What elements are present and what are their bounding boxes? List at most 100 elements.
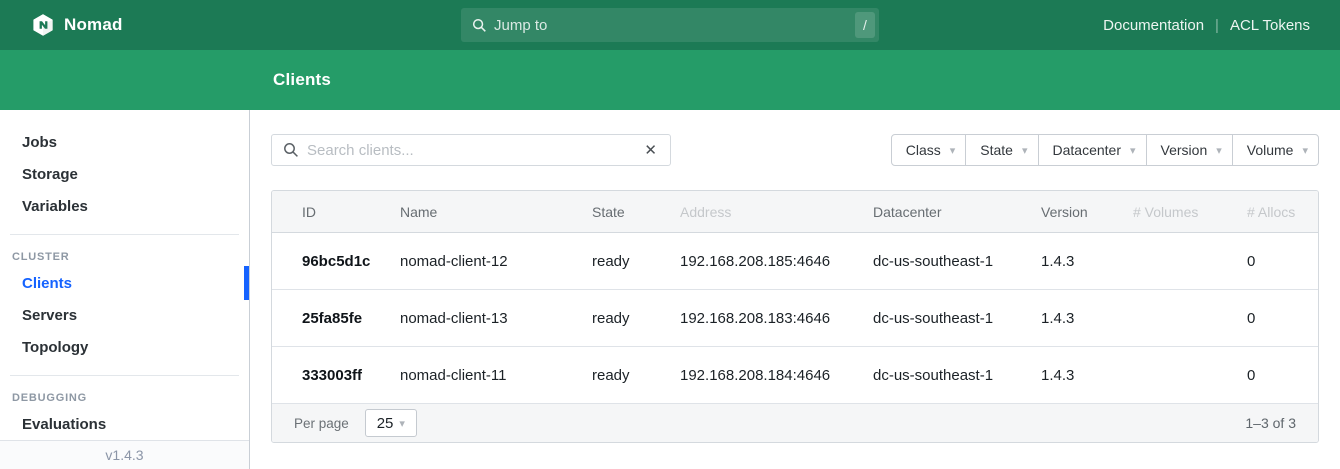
section-label-debugging: DEBUGGING	[0, 388, 249, 408]
search-icon	[472, 18, 487, 33]
active-indicator	[244, 266, 249, 300]
sidebar-item-jobs[interactable]: Jobs	[0, 126, 249, 158]
filter-label: State	[980, 142, 1013, 158]
table-header-row: ID Name State Address Datacenter Version…	[272, 191, 1318, 233]
cell-datacenter: dc-us-southeast-1	[873, 253, 1041, 270]
column-header-state[interactable]: State	[592, 204, 680, 220]
link-separator: |	[1215, 17, 1219, 34]
cell-id: 333003ff	[272, 367, 400, 384]
top-navbar: Nomad / Documentation | ACL Tokens	[0, 0, 1340, 50]
sidebar-item-label: Evaluations	[22, 416, 106, 433]
cell-state: ready	[592, 253, 680, 270]
cell-allocs: 0	[1247, 367, 1318, 384]
keyboard-shortcut-badge: /	[855, 12, 875, 38]
sidebar-item-label: Servers	[22, 307, 77, 324]
per-page-select[interactable]: 25 ▾	[365, 409, 417, 437]
cell-name: nomad-client-12	[400, 253, 592, 270]
chevron-down-icon: ▾	[950, 144, 956, 157]
column-header-volumes: # Volumes	[1133, 204, 1247, 220]
cell-version: 1.4.3	[1041, 253, 1133, 270]
cell-name: nomad-client-11	[400, 367, 592, 384]
clients-table: ID Name State Address Datacenter Version…	[271, 190, 1319, 443]
filter-label: Version	[1161, 142, 1208, 158]
sidebar-item-variables[interactable]: Variables	[0, 190, 249, 222]
table-row[interactable]: 333003ff nomad-client-11 ready 192.168.2…	[272, 347, 1318, 404]
cell-allocs: 0	[1247, 310, 1318, 327]
chevron-down-icon: ▾	[1216, 144, 1222, 157]
menu-divider	[10, 234, 239, 235]
chevron-down-icon: ▾	[1022, 144, 1028, 157]
per-page-label: Per page	[294, 416, 349, 431]
nomad-app: Nomad / Documentation | ACL Tokens Clien…	[0, 0, 1340, 469]
cell-state: ready	[592, 367, 680, 384]
menu-divider	[10, 375, 239, 376]
filter-group: Class ▾ State ▾ Datacenter ▾ Version ▾	[891, 134, 1319, 166]
filter-state-dropdown[interactable]: State ▾	[965, 134, 1038, 166]
sidebar-item-topology[interactable]: Topology	[0, 331, 249, 363]
section-label-cluster: CLUSTER	[0, 247, 249, 267]
table-row[interactable]: 25fa85fe nomad-client-13 ready 192.168.2…	[272, 290, 1318, 347]
sidebar-menu: Jobs Storage Variables CLUSTER Clients S…	[0, 110, 249, 440]
filter-label: Class	[906, 142, 941, 158]
nomad-brand-link[interactable]: Nomad	[0, 13, 123, 37]
page-header-bar: Clients	[0, 50, 1340, 110]
sidebar-item-label: Clients	[22, 275, 72, 292]
column-header-name[interactable]: Name	[400, 204, 592, 220]
column-header-datacenter[interactable]: Datacenter	[873, 204, 1041, 220]
search-clients-input[interactable]	[307, 142, 641, 159]
cell-version: 1.4.3	[1041, 310, 1133, 327]
sidebar: Jobs Storage Variables CLUSTER Clients S…	[0, 110, 250, 469]
cell-datacenter: dc-us-southeast-1	[873, 310, 1041, 327]
toolbar: ✕ Class ▾ State ▾ Datacenter ▾	[271, 134, 1319, 166]
cell-id: 25fa85fe	[272, 310, 400, 327]
search-icon	[283, 142, 299, 158]
brand-name: Nomad	[64, 15, 123, 35]
sidebar-item-label: Storage	[22, 166, 78, 183]
filter-label: Volume	[1247, 142, 1294, 158]
chevron-down-icon: ▾	[1130, 144, 1136, 157]
filter-class-dropdown[interactable]: Class ▾	[891, 134, 967, 166]
sidebar-item-clients[interactable]: Clients	[0, 267, 249, 299]
sidebar-footer: v1.4.3	[0, 440, 249, 469]
cell-id: 96bc5d1c	[272, 253, 400, 270]
column-header-version[interactable]: Version	[1041, 204, 1133, 220]
filter-datacenter-dropdown[interactable]: Datacenter ▾	[1038, 134, 1147, 166]
documentation-link[interactable]: Documentation	[1103, 17, 1204, 34]
sidebar-item-label: Variables	[22, 198, 88, 215]
acl-tokens-link[interactable]: ACL Tokens	[1230, 17, 1310, 34]
cell-version: 1.4.3	[1041, 367, 1133, 384]
chevron-down-icon: ▾	[399, 417, 405, 430]
sidebar-item-servers[interactable]: Servers	[0, 299, 249, 331]
jump-to-search[interactable]: /	[461, 8, 879, 42]
filter-volume-dropdown[interactable]: Volume ▾	[1232, 134, 1319, 166]
jump-to-input[interactable]	[494, 17, 855, 34]
column-header-allocs: # Allocs	[1247, 204, 1318, 220]
page-title: Clients	[273, 70, 331, 90]
column-header-id[interactable]: ID	[272, 204, 400, 220]
chevron-down-icon: ▾	[1302, 144, 1308, 157]
column-header-address: Address	[680, 204, 873, 220]
topnav-links: Documentation | ACL Tokens	[1103, 17, 1340, 34]
sidebar-item-evaluations[interactable]: Evaluations	[0, 408, 249, 440]
cell-allocs: 0	[1247, 253, 1318, 270]
clear-search-icon[interactable]: ✕	[641, 141, 660, 159]
table-row[interactable]: 96bc5d1c nomad-client-12 ready 192.168.2…	[272, 233, 1318, 290]
sidebar-item-storage[interactable]: Storage	[0, 158, 249, 190]
per-page-value: 25	[377, 415, 394, 432]
filter-version-dropdown[interactable]: Version ▾	[1146, 134, 1233, 166]
main-content: ✕ Class ▾ State ▾ Datacenter ▾	[250, 110, 1340, 469]
pagination-range: 1–3 of 3	[1245, 415, 1296, 431]
sidebar-item-label: Jobs	[22, 134, 57, 151]
cell-datacenter: dc-us-southeast-1	[873, 367, 1041, 384]
nomad-logo-icon	[31, 13, 55, 37]
sidebar-item-label: Topology	[22, 339, 88, 356]
table-footer: Per page 25 ▾ 1–3 of 3	[272, 404, 1318, 442]
cell-state: ready	[592, 310, 680, 327]
version-label: v1.4.3	[105, 447, 143, 463]
clients-searchbox[interactable]: ✕	[271, 134, 671, 166]
cell-address: 192.168.208.183:4646	[680, 310, 873, 327]
cell-name: nomad-client-13	[400, 310, 592, 327]
cell-address: 192.168.208.184:4646	[680, 367, 873, 384]
cell-address: 192.168.208.185:4646	[680, 253, 873, 270]
filter-label: Datacenter	[1053, 142, 1121, 158]
